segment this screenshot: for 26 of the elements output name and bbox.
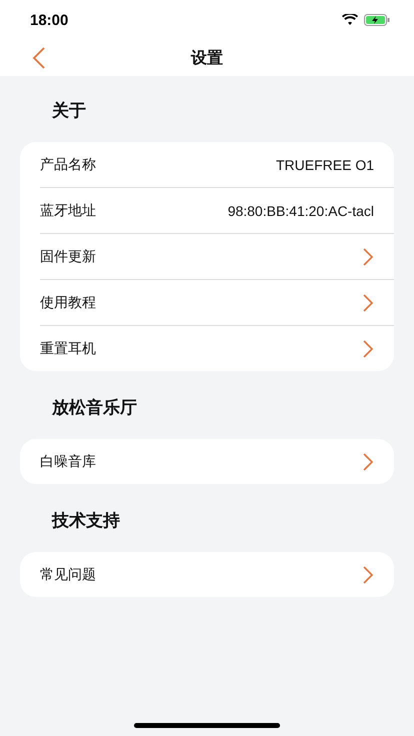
settings-row[interactable]: 常见问题 [40,552,394,597]
row-value: TRUEFREE O1 [276,156,374,172]
row-label: 蓝牙地址 [40,202,96,220]
status-time: 18:00 [30,12,68,28]
wifi-icon [342,14,358,26]
settings-row[interactable]: 白噪音库 [40,439,394,484]
row-label: 使用教程 [40,294,96,312]
section-title: 技术支持 [50,510,121,532]
row-value: 98:80:BB:41:20:AC-tacl [228,202,374,218]
battery-icon [364,14,390,26]
settings-row[interactable]: 固件更新 [40,234,394,280]
row-label: 固件更新 [40,248,96,266]
row-label: 常见问题 [40,566,96,584]
settings-row[interactable]: 使用教程 [40,280,394,326]
chevron-icon [362,292,374,312]
chevron-icon [362,246,374,266]
section-title: 放松音乐厅 [50,396,138,418]
chevron-icon [362,338,374,358]
chevron-icon [362,564,374,584]
row-label: 重置耳机 [40,340,96,358]
chevron-icon [362,452,374,472]
page-title: 设置 [191,48,223,68]
row-label: 产品名称 [40,156,96,174]
row-label: 白噪音库 [40,452,96,470]
section-title: 关于 [50,100,87,122]
settings-row[interactable]: 重置耳机 [40,326,394,371]
